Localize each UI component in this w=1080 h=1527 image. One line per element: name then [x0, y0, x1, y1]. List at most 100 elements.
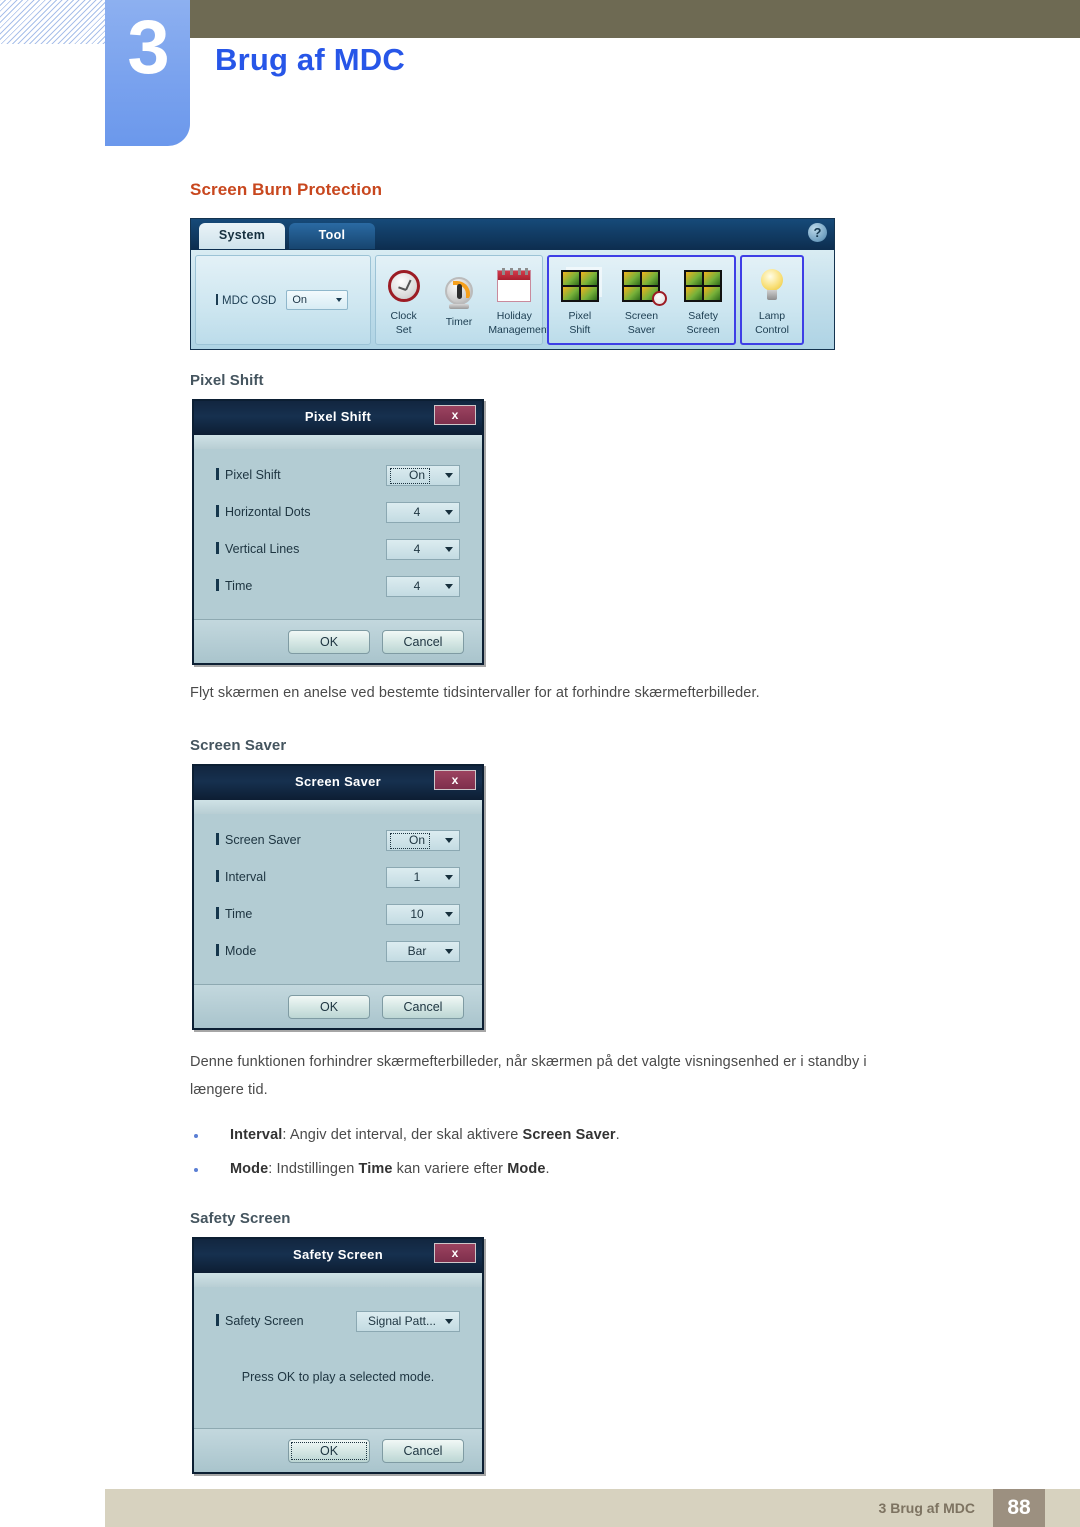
- panel-schedule: Clock Set Timer Holiday Management: [375, 255, 550, 345]
- field-label: Screen Saver: [216, 833, 386, 847]
- time-select[interactable]: 4: [386, 575, 460, 597]
- dialog-body-pixel-shift: Pixel Shift On Horizontal Dots 4 Vertica…: [194, 449, 482, 619]
- field-label: Safety Screen: [216, 1314, 356, 1328]
- chapter-number-block: 3: [105, 0, 190, 146]
- toolbar-item-safety-screen[interactable]: Safety Screen: [677, 264, 729, 336]
- chevron-down-icon: [445, 874, 453, 880]
- panel-mdc-osd: MDC OSD On: [195, 255, 371, 345]
- form-row: Horizontal Dots 4: [216, 498, 460, 526]
- close-icon[interactable]: x: [434, 770, 476, 790]
- field-label: Mode: [216, 944, 386, 958]
- interval-select[interactable]: 1: [386, 866, 460, 888]
- ok-button[interactable]: OK: [288, 629, 370, 654]
- field-label: Vertical Lines: [216, 542, 386, 556]
- mdc-tab-bar: System Tool ?: [191, 219, 834, 249]
- mdc-osd-select[interactable]: On: [286, 290, 349, 310]
- toolbar-item-clock-set[interactable]: Clock Set: [378, 264, 430, 336]
- sub-heading-pixel-shift: Pixel Shift: [190, 372, 264, 389]
- bullet-emphasis-2: Mode: [507, 1161, 546, 1177]
- dialog-strip: [194, 800, 482, 814]
- dialog-screen-saver: Screen Saver x Screen Saver On Interval …: [192, 764, 484, 1030]
- holiday-label-1: Holiday: [496, 310, 532, 322]
- field-label: Time: [216, 907, 386, 921]
- field-label-text: Screen Saver: [225, 833, 301, 847]
- horizontal-dots-select[interactable]: 4: [386, 501, 460, 523]
- toolbar-item-pixel-shift[interactable]: Pixel Shift: [554, 264, 606, 336]
- time-value: 4: [413, 579, 421, 593]
- ok-button[interactable]: OK: [288, 994, 370, 1019]
- interval-value: 1: [413, 870, 421, 884]
- decorative-hatch-pattern: [0, 0, 108, 44]
- cancel-button[interactable]: Cancel: [382, 629, 464, 654]
- list-item: Mode: Indstillingen Time kan variere eft…: [190, 1152, 890, 1186]
- time-select[interactable]: 10: [386, 903, 460, 925]
- safety-screen-icon: [677, 264, 729, 308]
- section-heading: Screen Burn Protection: [190, 180, 383, 199]
- mdc-osd-label: MDC OSD: [216, 293, 277, 307]
- dialog-pixel-shift: Pixel Shift x Pixel Shift On Horizontal …: [192, 399, 484, 665]
- form-row: Pixel Shift On: [216, 461, 460, 489]
- close-icon[interactable]: x: [434, 1243, 476, 1263]
- safety-screen-select[interactable]: Signal Patt...: [356, 1310, 460, 1332]
- footer-text: 3 Brug af MDC: [878, 1500, 975, 1516]
- toolbar-item-screen-saver[interactable]: Screen Saver: [615, 264, 668, 336]
- mdc-osd-label-text: MDC OSD: [222, 294, 277, 307]
- field-label-text: Mode: [225, 944, 257, 958]
- chevron-down-icon: [445, 472, 453, 478]
- safety-screen-label-2: Screen: [686, 324, 720, 336]
- dialog-footer-safety-screen: OK Cancel: [194, 1428, 482, 1472]
- bullet-text-after: .: [615, 1127, 620, 1143]
- mode-select[interactable]: Bar: [386, 940, 460, 962]
- form-row: Screen Saver On: [216, 826, 460, 854]
- clock-set-label-2: Set: [395, 324, 412, 336]
- toolbar-item-holiday-management[interactable]: Holiday Management: [488, 264, 550, 336]
- safety-screen-value: Signal Patt...: [367, 1314, 437, 1328]
- mdc-toolbar-screenshot: System Tool ? MDC OSD On Clock Set Timer…: [190, 218, 835, 350]
- page-number: 88: [993, 1489, 1045, 1527]
- help-icon[interactable]: ?: [808, 223, 827, 242]
- tab-tool[interactable]: Tool: [289, 223, 375, 249]
- field-label: Pixel Shift: [216, 468, 386, 482]
- timer-icon: [433, 270, 485, 314]
- holiday-label-2: Management: [488, 324, 550, 336]
- screen-saver-label-1: Screen: [624, 310, 659, 322]
- cancel-button[interactable]: Cancel: [382, 994, 464, 1019]
- sub-heading-safety-screen: Safety Screen: [190, 1210, 291, 1227]
- field-label-text: Time: [225, 579, 253, 593]
- ok-button[interactable]: OK: [288, 1438, 370, 1463]
- toolbar-item-lamp-control[interactable]: Lamp Control: [746, 264, 798, 336]
- mdc-ribbon: MDC OSD On Clock Set Timer Holiday Manag…: [191, 249, 834, 349]
- bullet-term: Interval: [230, 1127, 283, 1143]
- panel-lamp-control: Lamp Control: [740, 255, 804, 345]
- dialog-safety-screen: Safety Screen x Safety Screen Signal Pat…: [192, 1237, 484, 1474]
- cancel-button[interactable]: Cancel: [382, 1438, 464, 1463]
- timer-label-1: Timer: [445, 316, 473, 328]
- page-title: Brug af MDC: [215, 42, 405, 77]
- chevron-down-icon: [445, 546, 453, 552]
- screen-saver-label-2: Saver: [627, 324, 656, 336]
- dialog-title-bar-safety-screen: Safety Screen x: [194, 1239, 482, 1273]
- form-row: Safety Screen Signal Patt...: [216, 1307, 460, 1335]
- lamp-icon: [746, 264, 798, 308]
- screen-saver-select[interactable]: On: [386, 829, 460, 851]
- dialog-message: Press OK to play a selected mode.: [241, 1370, 435, 1384]
- toolbar-item-timer[interactable]: Timer: [433, 270, 485, 330]
- close-icon[interactable]: x: [434, 405, 476, 425]
- chevron-down-icon: [445, 911, 453, 917]
- lamp-control-label-2: Control: [755, 324, 789, 336]
- pixel-shift-select[interactable]: On: [386, 464, 460, 486]
- clock-set-label-1: Clock: [390, 310, 417, 322]
- form-row: Time 4: [216, 572, 460, 600]
- bullet-list: Interval: Angiv det interval, der skal a…: [190, 1118, 890, 1186]
- vertical-lines-select[interactable]: 4: [386, 538, 460, 560]
- dialog-footer-pixel-shift: OK Cancel: [194, 619, 482, 663]
- horizontal-dots-value: 4: [413, 505, 421, 519]
- dialog-title-bar-screen-saver: Screen Saver x: [194, 766, 482, 800]
- chapter-number: 3: [127, 5, 169, 90]
- field-label-text: Safety Screen: [225, 1314, 304, 1328]
- bullet-text-before: : Indstillingen: [268, 1161, 359, 1177]
- mode-value: Bar: [407, 944, 427, 958]
- tab-system[interactable]: System: [199, 223, 285, 249]
- vertical-lines-value: 4: [413, 542, 421, 556]
- chevron-down-icon: [336, 298, 343, 302]
